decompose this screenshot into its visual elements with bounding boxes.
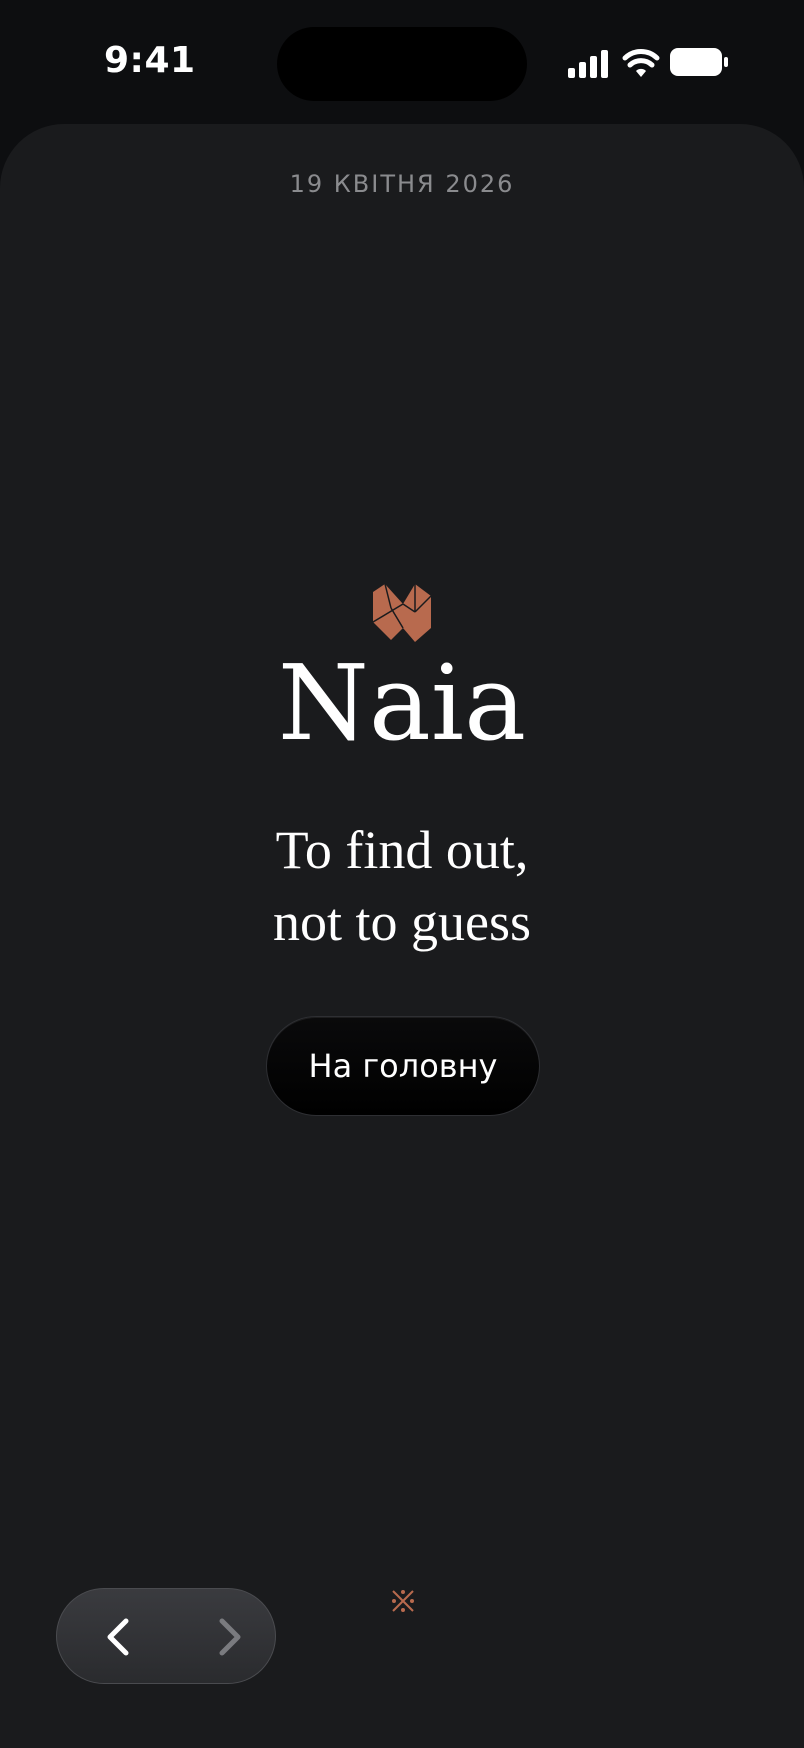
main-screen: 19 КВІТНЯ 2026 Naia To find out, not to … bbox=[0, 124, 804, 1748]
cellular-signal-icon bbox=[568, 50, 608, 78]
chevron-right-icon bbox=[219, 1618, 241, 1656]
battery-icon bbox=[670, 48, 728, 76]
browser-nav-controls bbox=[56, 1588, 276, 1684]
go-home-button[interactable]: На головну bbox=[266, 1016, 540, 1116]
tagline-line-1: To find out, bbox=[275, 820, 529, 880]
wifi-icon bbox=[622, 49, 660, 77]
status-icons bbox=[568, 46, 728, 82]
tagline-line-2: not to guess bbox=[272, 892, 531, 952]
brand-name: Naia bbox=[277, 642, 527, 764]
chevron-left-icon bbox=[107, 1618, 129, 1656]
status-bar: 9:41 bbox=[0, 0, 804, 124]
forward-button[interactable] bbox=[181, 1589, 277, 1685]
back-button[interactable] bbox=[71, 1589, 167, 1685]
brand-logo-icon bbox=[372, 583, 432, 642]
asterism-icon bbox=[392, 1590, 414, 1612]
dynamic-island bbox=[277, 27, 527, 101]
date-label: 19 КВІТНЯ 2026 bbox=[289, 170, 515, 198]
status-time: 9:41 bbox=[104, 40, 196, 81]
tagline: To find out, not to guess bbox=[0, 814, 804, 958]
